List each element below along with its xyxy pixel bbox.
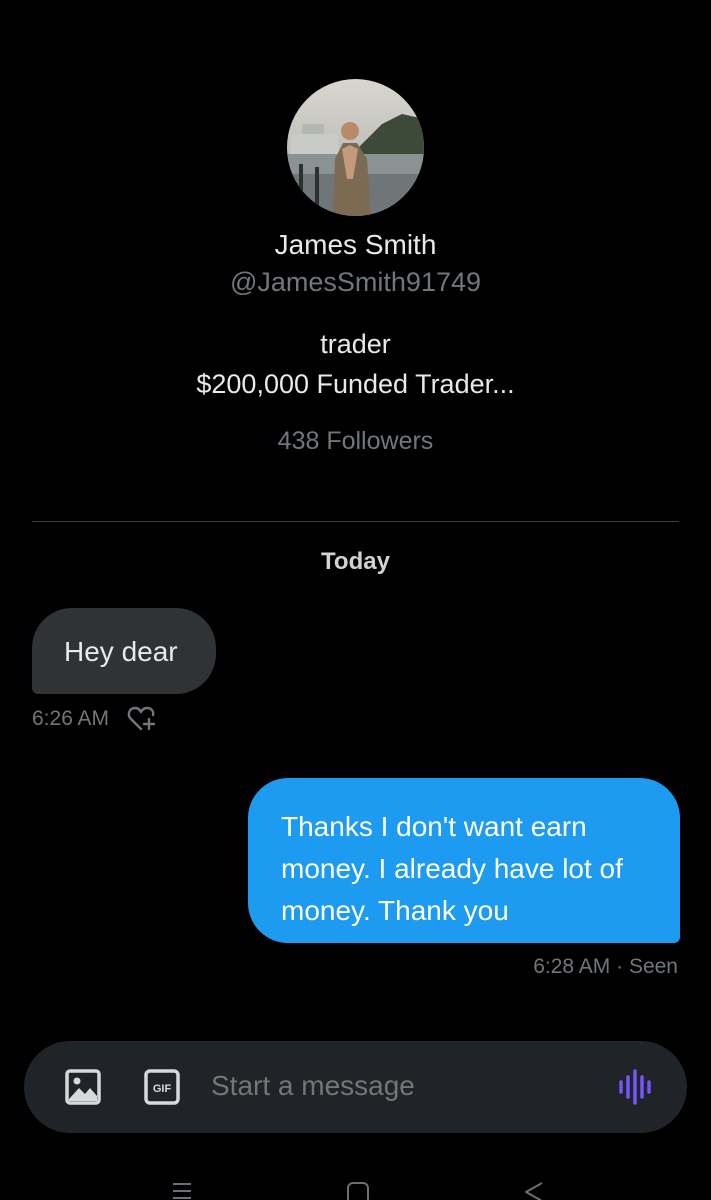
- profile-bio-line: trader: [320, 329, 391, 359]
- incoming-message-meta: 6:26 AM: [32, 704, 157, 734]
- add-reaction-icon[interactable]: [127, 705, 157, 733]
- message-input[interactable]: [209, 1069, 574, 1103]
- message-text-line: money. I already have lot of: [281, 853, 623, 884]
- gif-icon[interactable]: GIF: [143, 1068, 181, 1106]
- message-text: Hey dear: [64, 636, 178, 667]
- svg-text:GIF: GIF: [153, 1083, 172, 1095]
- date-separator: Today: [321, 548, 390, 575]
- message-text-line: money. Thank you: [281, 895, 509, 926]
- profile-name[interactable]: James Smith: [0, 229, 711, 261]
- message-status: 6:28 AM · Seen: [533, 955, 678, 978]
- dm-conversation-screen: James Smith @JamesSmith91749 trader $200…: [0, 0, 711, 1200]
- back-icon[interactable]: [522, 1180, 546, 1200]
- home-icon[interactable]: [345, 1180, 371, 1200]
- followers-count[interactable]: 438 Followers: [0, 427, 711, 456]
- avatar-photo: [287, 79, 424, 216]
- profile-handle[interactable]: @JamesSmith91749: [0, 267, 711, 298]
- outgoing-message-bubble[interactable]: Thanks I don't want earn money. I alread…: [248, 778, 680, 943]
- profile-bio-line: $200,000 Funded Trader...: [196, 369, 515, 399]
- profile-avatar[interactable]: [287, 79, 424, 216]
- message-composer: GIF: [24, 1041, 687, 1133]
- incoming-message-bubble[interactable]: Hey dear: [32, 608, 216, 694]
- message-timestamp: 6:26 AM: [32, 707, 110, 730]
- recent-apps-icon[interactable]: [170, 1180, 194, 1200]
- message-text-line: Thanks I don't want earn: [281, 811, 587, 842]
- voice-message-icon[interactable]: [616, 1068, 656, 1106]
- image-icon[interactable]: [64, 1068, 102, 1106]
- header-divider: [32, 521, 679, 522]
